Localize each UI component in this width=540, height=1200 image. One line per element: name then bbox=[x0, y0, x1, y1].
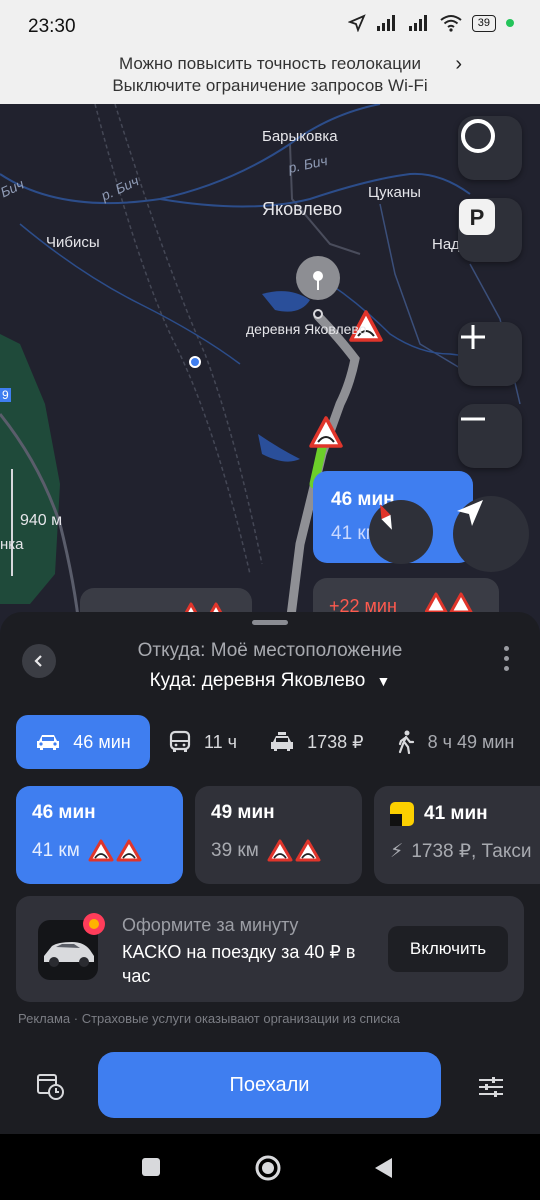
bus-icon bbox=[169, 730, 191, 752]
wifi-icon bbox=[440, 15, 462, 32]
map-label-chibisy: Чибисы bbox=[46, 234, 100, 251]
chevron-left-icon bbox=[34, 655, 42, 667]
status-time: 23:30 bbox=[28, 16, 76, 37]
my-location-button[interactable] bbox=[453, 496, 529, 572]
navigation-arrow-icon bbox=[457, 500, 483, 526]
privacy-dot bbox=[506, 19, 514, 27]
route-card[interactable]: 46 мин 41 км bbox=[16, 786, 183, 884]
mode-car-label: 46 мин bbox=[73, 731, 131, 752]
warning-signs-icon bbox=[88, 839, 142, 862]
location-arrow-icon bbox=[347, 14, 366, 32]
pond bbox=[262, 291, 310, 312]
route-price: 1738 ₽, Такси bbox=[411, 841, 532, 862]
mode-taxi-label: 1738 ₽ bbox=[307, 731, 364, 752]
back-button[interactable] bbox=[22, 644, 56, 678]
recents-icon[interactable] bbox=[140, 1156, 162, 1178]
map-label-destination: деревня Яковлево bbox=[246, 321, 367, 337]
map-label-yakovlevo: Яковлево bbox=[262, 199, 343, 219]
system-navigation-bar bbox=[0, 1134, 540, 1200]
signal-icon-2 bbox=[408, 15, 427, 31]
map-scale-label: 940 м bbox=[20, 512, 63, 529]
enable-button[interactable]: Включить bbox=[388, 926, 508, 972]
pond bbox=[258, 434, 300, 462]
route-card-taxi[interactable]: 41 мин ⚡ 1738 ₽, Такси bbox=[374, 786, 540, 884]
geolocation-banner[interactable]: Можно повысить точность геолокации Выклю… bbox=[0, 52, 540, 104]
route-card[interactable]: 49 мин 39 км bbox=[195, 786, 362, 884]
warning-signs-icon bbox=[267, 839, 321, 862]
route-sheet: Откуда: Моё местоположение Куда: деревня… bbox=[0, 612, 540, 1134]
parking-button[interactable]: P bbox=[458, 198, 522, 262]
sheet-handle[interactable] bbox=[252, 620, 288, 625]
parking-icon: P bbox=[459, 199, 495, 235]
road-line bbox=[379, 203, 471, 375]
yandex-taxi-icon bbox=[390, 802, 414, 826]
transport-mode-tabs: 46 мин 11 ч 1738 ₽ 8 ч 49 мин bbox=[16, 715, 530, 769]
walk-icon bbox=[398, 730, 414, 754]
route-time: 49 мин bbox=[211, 802, 275, 823]
mode-bus-label: 11 ч bbox=[204, 731, 238, 752]
mode-bus[interactable]: 11 ч bbox=[152, 715, 253, 769]
plus-icon bbox=[461, 325, 485, 349]
back-nav-icon[interactable] bbox=[372, 1156, 394, 1180]
promo-title: КАСКО на поездку за 40 ₽ в час bbox=[122, 942, 356, 986]
map-label-barykovka: Барыковка bbox=[262, 128, 338, 145]
zoom-out-button[interactable] bbox=[458, 404, 522, 468]
lightning-icon: ⚡ bbox=[390, 841, 404, 862]
road-number-badge: 9 bbox=[0, 388, 11, 402]
caret-down-icon: ▼ bbox=[376, 673, 391, 689]
zoom-in-button[interactable] bbox=[458, 322, 522, 386]
route-distance: 39 км bbox=[211, 840, 259, 861]
map-label-nka: нка bbox=[0, 536, 24, 553]
dot-icon bbox=[504, 656, 509, 661]
forest-area bbox=[0, 334, 60, 604]
ad-disclaimer[interactable]: Реклама · Страховые услуги оказывают орг… bbox=[18, 1011, 400, 1026]
car-icon bbox=[37, 735, 60, 750]
chevron-right-icon: › bbox=[455, 53, 462, 75]
road-line bbox=[94, 104, 251, 575]
route-time: 41 мин bbox=[424, 803, 488, 824]
status-bar: 23:30 39 bbox=[0, 0, 540, 52]
route-to-label: Куда: деревня Яковлево bbox=[149, 670, 366, 691]
signal-icon bbox=[376, 15, 395, 31]
route-distance: 41 км bbox=[32, 840, 80, 861]
mode-taxi[interactable]: 1738 ₽ bbox=[253, 715, 380, 769]
promo-subtitle: Оформите за минуту bbox=[122, 915, 299, 935]
dot-icon bbox=[504, 646, 509, 651]
alice-assistant-button[interactable] bbox=[458, 116, 522, 180]
status-icons: 39 bbox=[347, 14, 514, 32]
home-icon[interactable] bbox=[254, 1154, 282, 1182]
my-location-dot bbox=[189, 356, 201, 368]
insurance-promo[interactable]: Оформите за минуту КАСКО на поездку за 4… bbox=[16, 896, 524, 1002]
mode-walk[interactable]: 8 ч 49 мин bbox=[380, 715, 531, 769]
compass-icon bbox=[380, 504, 392, 530]
route-to[interactable]: Куда: деревня Яковлево ▼ bbox=[0, 670, 540, 692]
minus-icon bbox=[461, 417, 485, 421]
battery-indicator: 39 bbox=[471, 14, 496, 32]
route-time: 46 мин bbox=[32, 802, 96, 823]
brand-badge-icon bbox=[83, 913, 105, 935]
route-options: 46 мин 41 км 49 мин 39 км 41 мин ⚡ 1738 … bbox=[16, 786, 540, 884]
car-image bbox=[38, 913, 105, 980]
taxi-icon bbox=[271, 732, 294, 751]
map-label-tsukany: Цуканы bbox=[368, 184, 421, 201]
route-from[interactable]: Откуда: Моё местоположение bbox=[0, 640, 540, 662]
schedule-departure-icon[interactable] bbox=[36, 1072, 66, 1102]
mode-walk-label: 8 ч 49 мин bbox=[427, 731, 515, 752]
route-settings-icon[interactable] bbox=[476, 1072, 506, 1102]
map-view[interactable]: Барыковка р. Бич р. Бич Бич Цуканы Яковл… bbox=[0, 104, 540, 634]
more-menu-button[interactable] bbox=[504, 646, 510, 671]
dot-icon bbox=[504, 666, 509, 671]
banner-line-2: Выключите ограничение запросов Wi-Fi bbox=[112, 76, 428, 95]
alice-icon bbox=[461, 119, 495, 153]
mode-car[interactable]: 46 мин bbox=[16, 715, 150, 769]
go-button[interactable]: Поехали bbox=[98, 1052, 441, 1118]
svg-text:P: P bbox=[470, 205, 485, 230]
compass-button[interactable] bbox=[369, 500, 433, 564]
